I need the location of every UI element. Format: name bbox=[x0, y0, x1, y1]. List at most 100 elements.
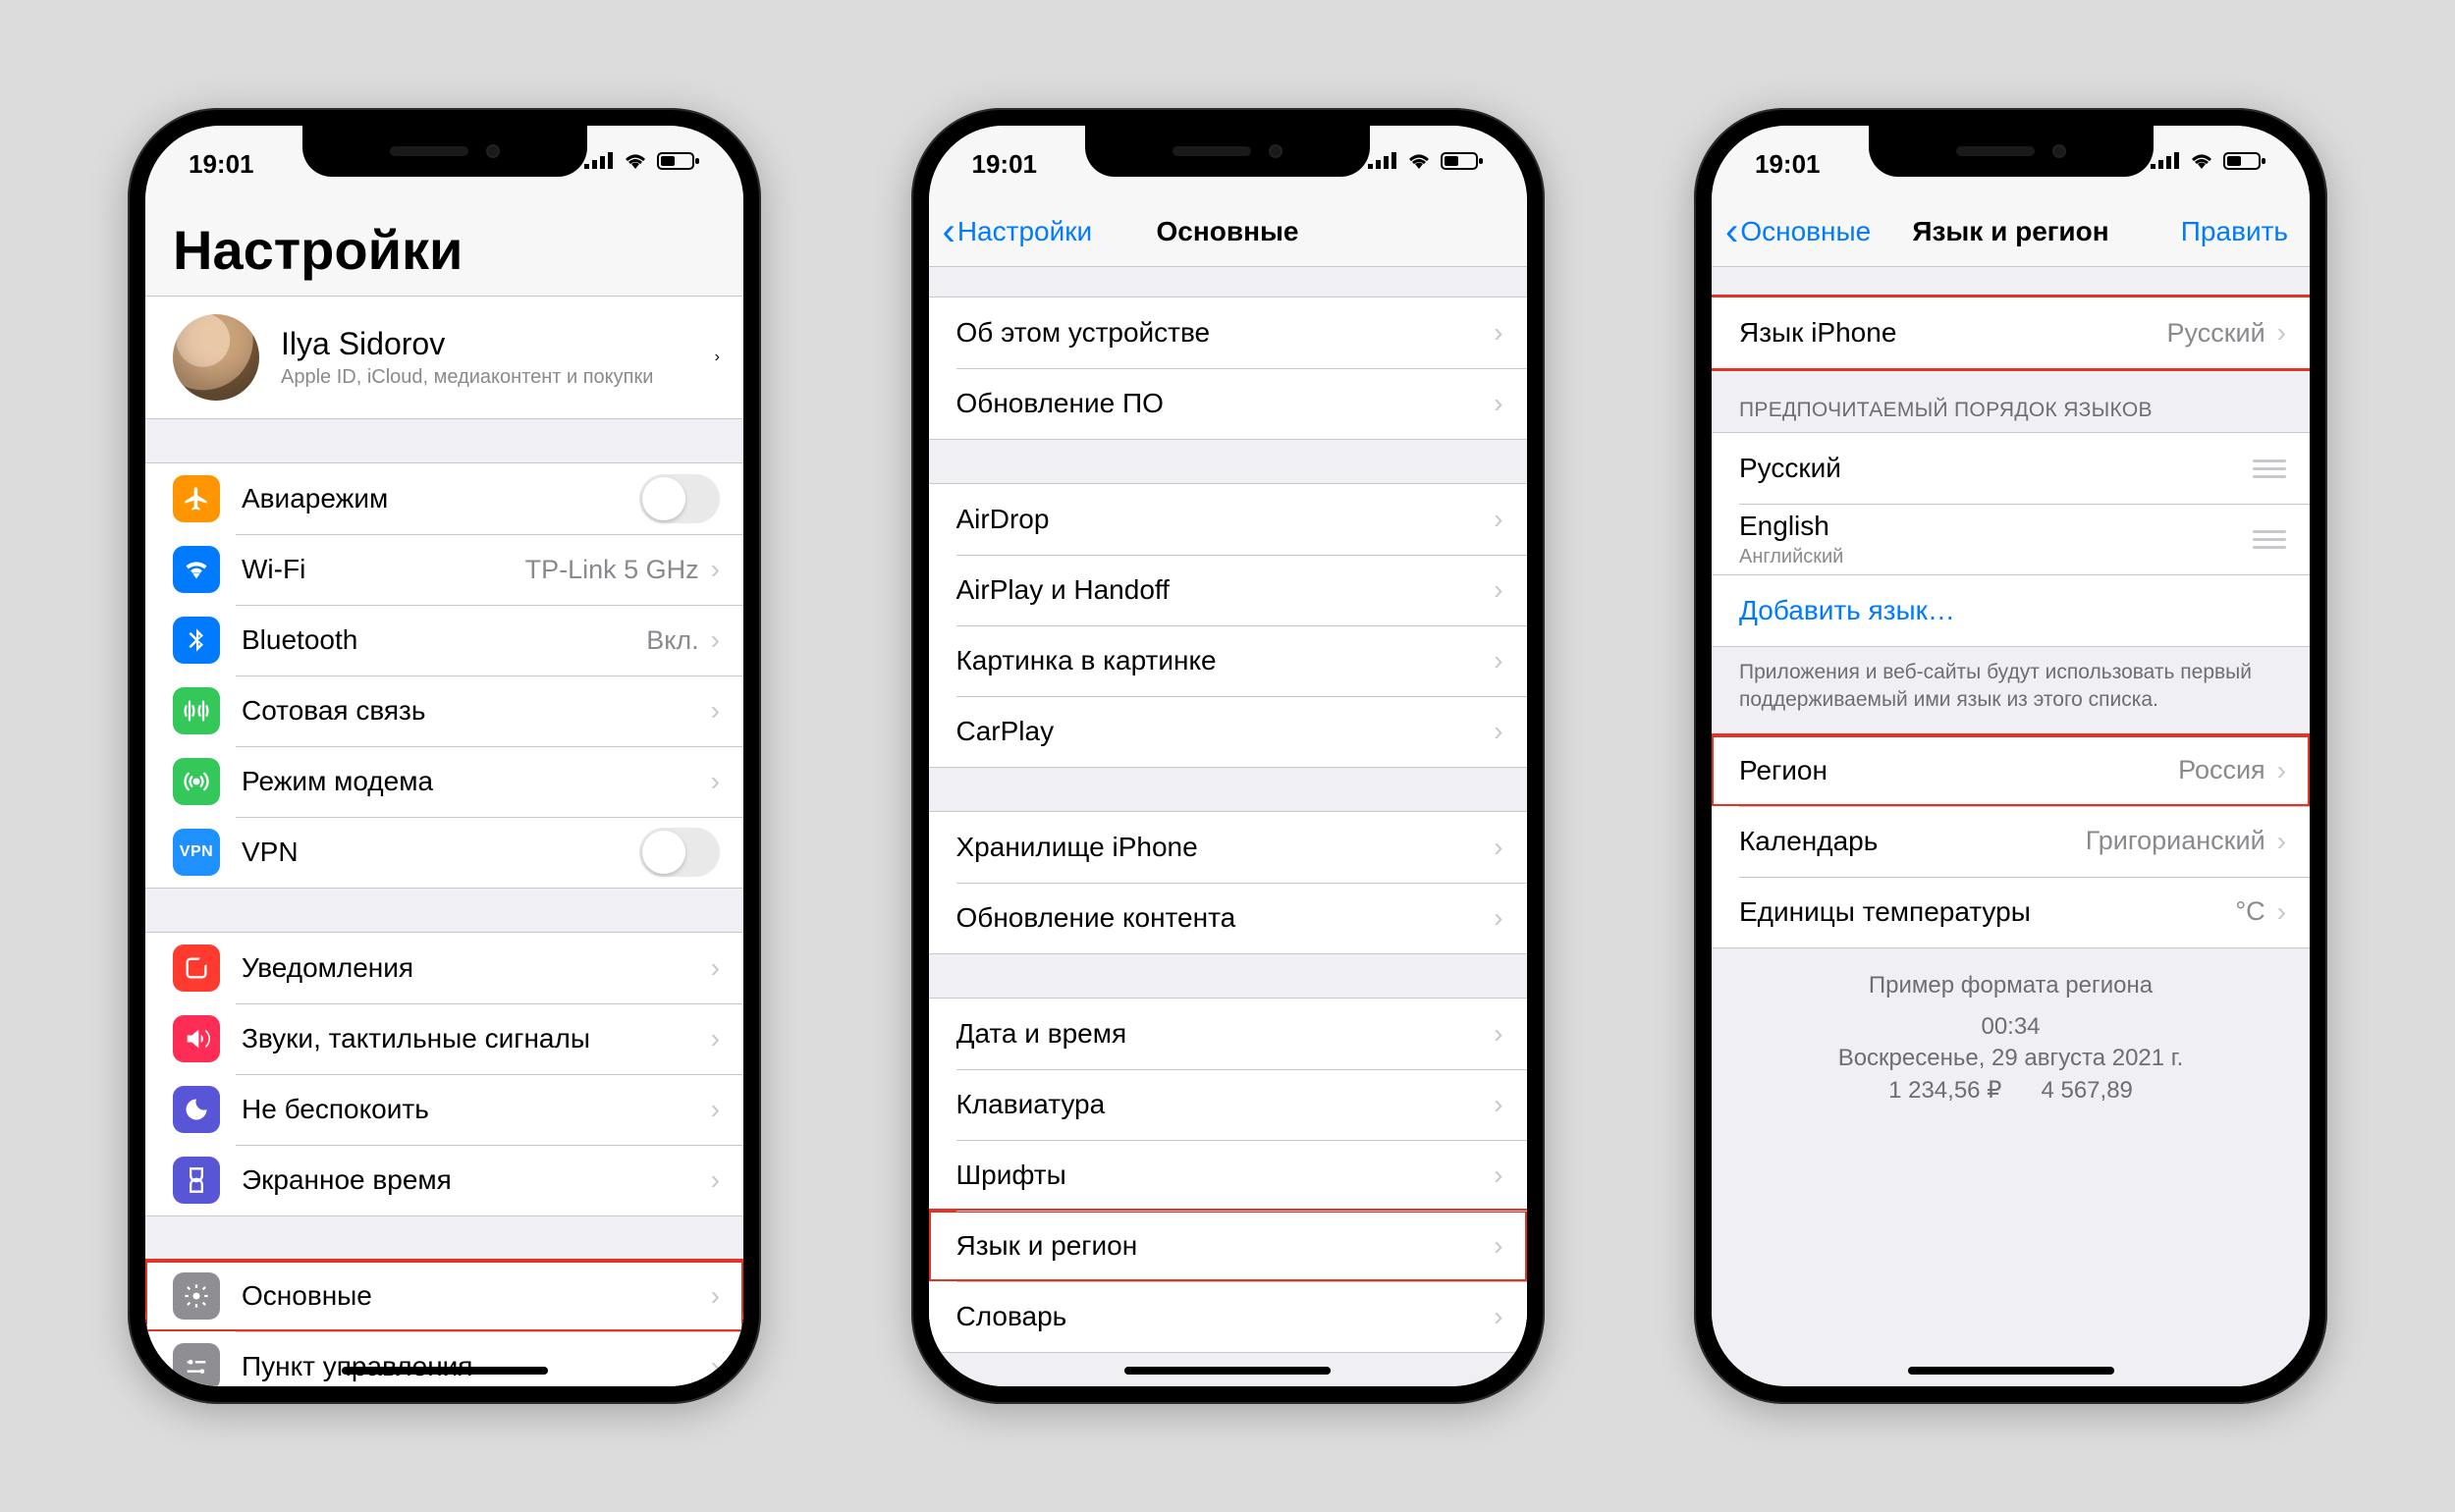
chevron-right-icon: › bbox=[711, 554, 720, 585]
chevron-right-icon: › bbox=[711, 695, 720, 727]
airplay-и-handoff-row[interactable]: AirPlay и Handoff› bbox=[929, 555, 1527, 625]
row-label: Словарь bbox=[956, 1301, 1491, 1332]
wifi-row[interactable]: Wi-FiTP-Link 5 GHz› bbox=[145, 534, 743, 605]
словарь-row[interactable]: Словарь› bbox=[929, 1281, 1527, 1352]
row-label: Календарь bbox=[1739, 826, 2086, 857]
notifications-icon bbox=[173, 945, 220, 992]
control-row[interactable]: Пункт управления› bbox=[145, 1331, 743, 1386]
iphone-language-row[interactable]: Язык iPhone Русский › bbox=[1712, 297, 2310, 368]
chevron-right-icon: › bbox=[711, 1351, 720, 1382]
обновление-контента-row[interactable]: Обновление контента› bbox=[929, 883, 1527, 953]
chevron-right-icon: › bbox=[711, 1280, 720, 1312]
row-label: Обновление ПО bbox=[956, 388, 1491, 419]
back-button[interactable]: ‹Основные bbox=[1725, 196, 1871, 266]
add-language-label: Добавить язык… bbox=[1739, 595, 2286, 626]
chevron-right-icon: › bbox=[711, 1023, 720, 1054]
row-label: Не беспокоить bbox=[242, 1094, 707, 1125]
home-indicator[interactable] bbox=[342, 1367, 548, 1375]
chevron-right-icon: › bbox=[711, 952, 720, 984]
airplane-icon bbox=[173, 475, 220, 522]
cellular-row[interactable]: Сотовая связь› bbox=[145, 675, 743, 746]
chevron-right-icon: › bbox=[1494, 1089, 1502, 1120]
language-row[interactable]: Русский bbox=[1712, 433, 2310, 504]
notch bbox=[302, 126, 587, 177]
settings-content[interactable]: Ilya Sidorov Apple ID, iCloud, медиаконт… bbox=[145, 296, 743, 1386]
general-icon bbox=[173, 1272, 220, 1320]
chevron-right-icon: › bbox=[711, 1094, 720, 1125]
back-label: Настройки bbox=[957, 216, 1092, 247]
toggle-switch[interactable] bbox=[639, 474, 720, 523]
row-value: °C bbox=[2235, 896, 2264, 927]
drag-handle-icon[interactable] bbox=[2253, 459, 2286, 478]
шрифты-row[interactable]: Шрифты› bbox=[929, 1140, 1527, 1211]
language-row[interactable]: EnglishАнглийский bbox=[1712, 504, 2310, 574]
hotspot-row[interactable]: Режим модема› bbox=[145, 746, 743, 817]
row-label: Уведомления bbox=[242, 952, 707, 984]
row-value: Вкл. bbox=[646, 625, 698, 656]
row-label: Хранилище iPhone bbox=[956, 832, 1491, 863]
screentime-row[interactable]: Экранное время› bbox=[145, 1145, 743, 1215]
клавиатура-row[interactable]: Клавиатура› bbox=[929, 1069, 1527, 1140]
battery-icon bbox=[657, 151, 700, 171]
wifi-icon bbox=[622, 151, 649, 171]
row-label: Дата и время bbox=[956, 1018, 1491, 1050]
chevron-right-icon: › bbox=[1494, 902, 1502, 934]
sounds-icon bbox=[173, 1015, 220, 1062]
nav-bar: ‹Настройки Основные bbox=[929, 196, 1527, 267]
home-indicator[interactable] bbox=[1124, 1367, 1331, 1375]
row-label: Bluetooth bbox=[242, 624, 646, 656]
preferred-order-footer: Приложения и веб-сайты будут использоват… bbox=[1712, 647, 2310, 725]
chevron-right-icon: › bbox=[1494, 317, 1502, 349]
home-indicator[interactable] bbox=[1908, 1367, 2114, 1375]
add-language-row[interactable]: Добавить язык… bbox=[1712, 575, 2310, 646]
dnd-row[interactable]: Не беспокоить› bbox=[145, 1074, 743, 1145]
bluetooth-row[interactable]: BluetoothВкл.› bbox=[145, 605, 743, 675]
control-icon bbox=[173, 1343, 220, 1386]
row-label: VPN bbox=[242, 837, 639, 868]
хранилище-iphone-row[interactable]: Хранилище iPhone› bbox=[929, 812, 1527, 883]
airplane-row[interactable]: Авиарежим bbox=[145, 463, 743, 534]
calendar-row[interactable]: Календарь Григорианский › bbox=[1712, 806, 2310, 877]
row-label: AirDrop bbox=[956, 504, 1491, 535]
back-button[interactable]: ‹Настройки bbox=[943, 196, 1093, 266]
toggle-switch[interactable] bbox=[639, 828, 720, 877]
region-row[interactable]: Регион Россия › bbox=[1712, 735, 2310, 806]
row-label: Сотовая связь bbox=[242, 695, 707, 727]
обновление-по-row[interactable]: Обновление ПО› bbox=[929, 368, 1527, 439]
row-value: TP-Link 5 GHz bbox=[525, 555, 699, 585]
phone-frame-2: 19:01 ‹Настройки Основные Об этом устрой… bbox=[911, 108, 1545, 1404]
apple-id-row[interactable]: Ilya Sidorov Apple ID, iCloud, медиаконт… bbox=[145, 297, 743, 418]
status-time: 19:01 bbox=[1755, 143, 1821, 180]
notifications-row[interactable]: Уведомления› bbox=[145, 933, 743, 1003]
vpn-row[interactable]: VPNVPN bbox=[145, 817, 743, 888]
phone-frame-1: 19:01 Настройки Ilya Sidorov Apple ID, i… bbox=[128, 108, 761, 1404]
temperature-row[interactable]: Единицы температуры °C › bbox=[1712, 877, 2310, 947]
chevron-right-icon: › bbox=[2277, 896, 2286, 928]
lang-region-content[interactable]: Язык iPhone Русский › ПРЕДПОЧИТАЕМЫЙ ПОР… bbox=[1712, 267, 2310, 1386]
язык-и-регион-row[interactable]: Язык и регион› bbox=[929, 1211, 1527, 1281]
nav-bar: ‹Основные Язык и регион Править bbox=[1712, 196, 2310, 267]
row-label: Об этом устройстве bbox=[956, 317, 1491, 349]
preferred-order-header: ПРЕДПОЧИТАЕМЫЙ ПОРЯДОК ЯЗЫКОВ bbox=[1712, 369, 2310, 432]
row-label: Экранное время bbox=[242, 1164, 707, 1196]
row-label: Режим модема bbox=[242, 766, 707, 797]
sounds-row[interactable]: Звуки, тактильные сигналы› bbox=[145, 1003, 743, 1074]
general-content[interactable]: Об этом устройстве›Обновление ПО› AirDro… bbox=[929, 267, 1527, 1386]
row-label: Единицы температуры bbox=[1739, 896, 2235, 928]
row-label: Язык iPhone bbox=[1739, 317, 2166, 349]
screen-3: 19:01 ‹Основные Язык и регион Править Яз… bbox=[1712, 126, 2310, 1386]
screen-2: 19:01 ‹Настройки Основные Об этом устрой… bbox=[929, 126, 1527, 1386]
картинка-в-картинке-row[interactable]: Картинка в картинке› bbox=[929, 625, 1527, 696]
об-этом-устройстве-row[interactable]: Об этом устройстве› bbox=[929, 297, 1527, 368]
battery-icon bbox=[2223, 151, 2266, 171]
airdrop-row[interactable]: AirDrop› bbox=[929, 484, 1527, 555]
carplay-row[interactable]: CarPlay› bbox=[929, 696, 1527, 767]
row-label: Клавиатура bbox=[956, 1089, 1491, 1120]
chevron-right-icon: › bbox=[1494, 1301, 1502, 1332]
edit-button[interactable]: Править bbox=[2181, 196, 2288, 266]
дата-и-время-row[interactable]: Дата и время› bbox=[929, 999, 1527, 1069]
drag-handle-icon[interactable] bbox=[2253, 530, 2286, 549]
general-row[interactable]: Основные› bbox=[145, 1261, 743, 1331]
row-label: CarPlay bbox=[956, 716, 1491, 747]
page-title-settings: Настройки bbox=[145, 196, 743, 296]
